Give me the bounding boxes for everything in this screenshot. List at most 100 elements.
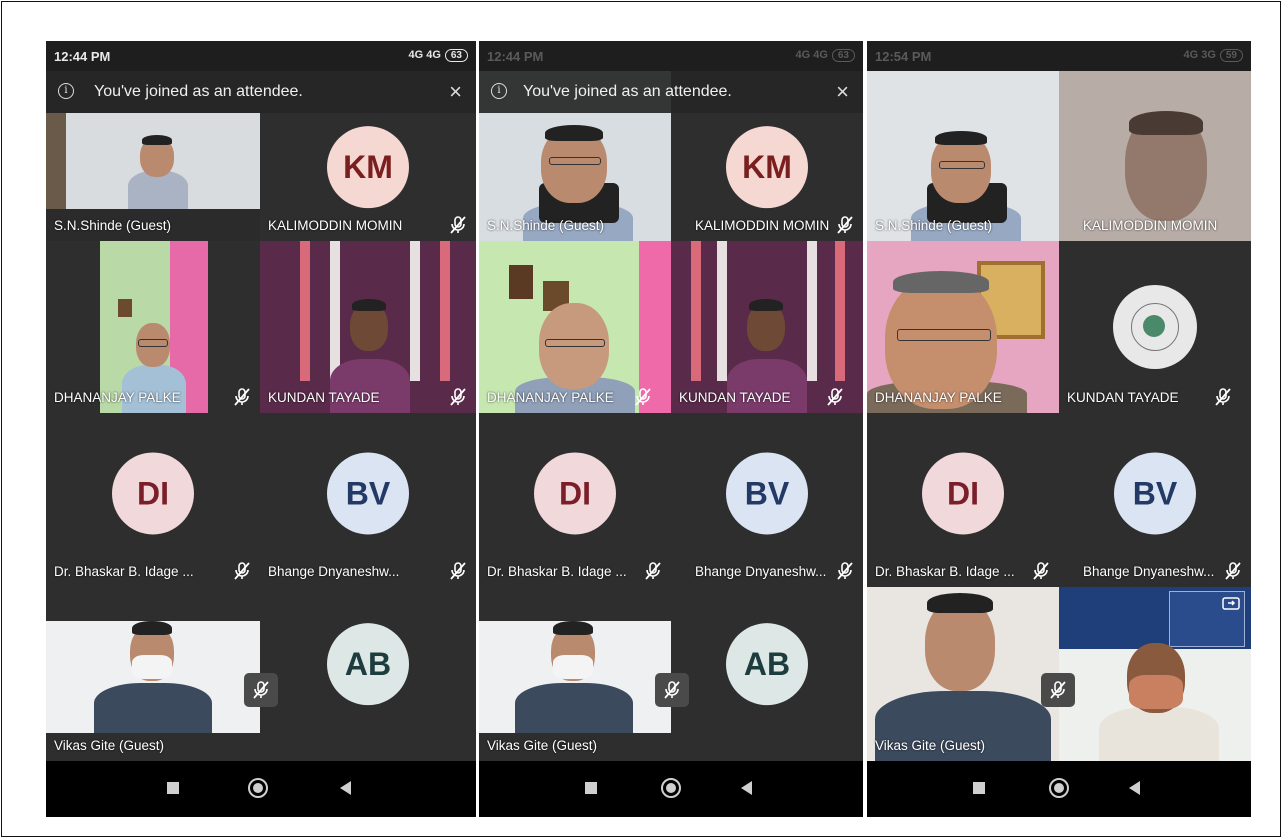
phone-screen-2: 12:44 PM 4G 4G 63 i You've joined as an a… bbox=[479, 41, 863, 817]
participant-tile-dhananjay[interactable]: DHANANJAY PALKE bbox=[46, 241, 260, 413]
participant-tile-kalimoddin[interactable]: KM KALIMODDIN MOMIN bbox=[260, 113, 476, 241]
back-triangle-icon[interactable] bbox=[1129, 781, 1140, 795]
switch-camera-icon[interactable] bbox=[1221, 593, 1241, 613]
participant-tile-vikas[interactable]: Vikas Gite (Guest) bbox=[46, 587, 260, 761]
signal-icon: 4G 4G 63 bbox=[795, 49, 855, 62]
home-circle-icon[interactable] bbox=[248, 778, 268, 798]
participant-tile-bhange[interactable]: BV Bhange Dnyaneshw... bbox=[671, 413, 863, 587]
participant-name: Dr. Bhaskar B. Idage ... bbox=[487, 564, 627, 579]
mic-off-icon bbox=[655, 673, 689, 707]
participant-name: KUNDAN TAYADE bbox=[679, 390, 791, 405]
participant-tile-bhaskar[interactable]: DI Dr. Bhaskar B. Idage ... bbox=[867, 413, 1059, 587]
avatar: BV bbox=[726, 452, 808, 535]
participant-tile-kalimoddin[interactable]: KM KALIMODDIN MOMIN bbox=[671, 113, 863, 241]
mic-off-icon bbox=[448, 561, 468, 581]
participant-tile-sn-shinde[interactable]: S.N.Shinde (Guest) bbox=[867, 71, 1059, 241]
status-time: 12:44 PM bbox=[487, 49, 544, 64]
participant-name: DHANANJAY PALKE bbox=[487, 390, 614, 405]
mic-off-icon bbox=[835, 561, 855, 581]
android-nav-bar bbox=[867, 761, 1251, 817]
participant-tile-ab[interactable]: AB bbox=[671, 587, 863, 761]
banner-message: You've joined as an attendee. bbox=[94, 83, 303, 100]
status-time: 12:44 PM bbox=[54, 49, 111, 64]
mic-off-icon bbox=[1031, 561, 1051, 581]
banner-message: You've joined as an attendee. bbox=[523, 83, 732, 100]
video-feed bbox=[100, 241, 208, 413]
mic-off-icon bbox=[244, 673, 278, 707]
participant-name: DHANANJAY PALKE bbox=[54, 390, 181, 405]
participant-tile-kundan[interactable]: KUNDAN TAYADE bbox=[260, 241, 476, 413]
avatar bbox=[1113, 285, 1197, 369]
participant-name: Vikas Gite (Guest) bbox=[54, 738, 165, 753]
participant-tile-dhananjay[interactable]: DHANANJAY PALKE bbox=[479, 241, 671, 413]
attendee-banner: i You've joined as an attendee. × bbox=[46, 71, 476, 113]
avatar: DI bbox=[534, 452, 616, 535]
mic-off-icon bbox=[643, 561, 663, 581]
participant-tile-kundan[interactable]: KUNDAN TAYADE bbox=[671, 241, 863, 413]
status-time: 12:54 PM bbox=[875, 49, 932, 64]
avatar: BV bbox=[327, 452, 409, 535]
android-nav-bar bbox=[479, 761, 863, 817]
participant-name: Vikas Gite (Guest) bbox=[487, 738, 598, 753]
mic-off-icon bbox=[835, 215, 855, 235]
android-nav-bar bbox=[46, 761, 476, 817]
participant-name: Dr. Bhaskar B. Idage ... bbox=[875, 564, 1015, 579]
status-bar: 12:54 PM 4G 3G 59 bbox=[867, 41, 1251, 71]
recents-square-icon[interactable] bbox=[167, 782, 179, 794]
participant-name: Dr. Bhaskar B. Idage ... bbox=[54, 564, 194, 579]
mic-off-icon bbox=[1213, 387, 1233, 407]
status-bar: 12:44 PM 4G 4G 63 bbox=[479, 41, 863, 71]
participant-tile-vikas[interactable]: Vikas Gite (Guest) bbox=[479, 587, 671, 761]
mic-off-icon bbox=[448, 387, 468, 407]
video-feed bbox=[479, 621, 671, 733]
phone-screen-1: 12:44 PM 4G 4G 63 i You've joined as an a… bbox=[46, 41, 476, 817]
mic-off-icon bbox=[232, 387, 252, 407]
participant-name: Vikas Gite (Guest) bbox=[875, 738, 986, 753]
mic-off-icon bbox=[232, 561, 252, 581]
recents-square-icon[interactable] bbox=[973, 782, 985, 794]
home-circle-icon[interactable] bbox=[1049, 778, 1069, 798]
participant-name: Bhange Dnyaneshw... bbox=[1083, 564, 1215, 579]
home-circle-icon[interactable] bbox=[661, 778, 681, 798]
mic-off-icon bbox=[633, 387, 653, 407]
participant-tile-ab[interactable]: AB bbox=[260, 587, 476, 761]
battery-icon: 63 bbox=[831, 49, 855, 62]
participant-tile-kalimoddin[interactable]: KALIMODDIN MOMIN bbox=[1059, 71, 1251, 241]
participant-tile-kundan[interactable]: KUNDAN TAYADE bbox=[1059, 241, 1251, 413]
participant-tile-bhaskar[interactable]: DI Dr. Bhaskar B. Idage ... bbox=[479, 413, 671, 587]
participant-tile-vikas[interactable]: Vikas Gite (Guest) bbox=[867, 587, 1059, 761]
participant-tile-sn-shinde[interactable]: S.N.Shinde (Guest) bbox=[46, 113, 260, 241]
status-bar: 12:44 PM 4G 4G 63 bbox=[46, 41, 476, 71]
participant-name: S.N.Shinde (Guest) bbox=[487, 218, 605, 233]
phone-screen-3: 12:54 PM 4G 3G 59 S.N.Shinde (Guest) KALI… bbox=[867, 41, 1251, 817]
signal-icon: 4G 3G 59 bbox=[1183, 49, 1243, 62]
participant-name: KALIMODDIN MOMIN bbox=[1083, 218, 1218, 233]
close-icon[interactable]: × bbox=[449, 79, 462, 105]
video-feed bbox=[46, 621, 260, 733]
participant-tile-bhange[interactable]: BV Bhange Dnyaneshw... bbox=[260, 413, 476, 587]
mic-off-icon bbox=[448, 215, 468, 235]
participant-name: Bhange Dnyaneshw... bbox=[268, 564, 400, 579]
attendee-banner: i You've joined as an attendee. × bbox=[479, 71, 863, 113]
participant-name: KALIMODDIN MOMIN bbox=[268, 218, 403, 233]
participant-tile-bhange[interactable]: BV Bhange Dnyaneshw... bbox=[1059, 413, 1251, 587]
participant-tile-self-view[interactable] bbox=[1059, 587, 1251, 761]
participant-name: S.N.Shinde (Guest) bbox=[54, 218, 172, 233]
avatar: AB bbox=[726, 623, 808, 706]
close-icon[interactable]: × bbox=[836, 79, 849, 105]
avatar: KM bbox=[726, 126, 808, 209]
participant-tile-dhananjay[interactable]: DHANANJAY PALKE bbox=[867, 241, 1059, 413]
recents-square-icon[interactable] bbox=[585, 782, 597, 794]
participant-name: KUNDAN TAYADE bbox=[1067, 390, 1179, 405]
participant-name: KUNDAN TAYADE bbox=[268, 390, 380, 405]
participant-name: S.N.Shinde (Guest) bbox=[875, 218, 993, 233]
video-feed bbox=[46, 113, 260, 209]
participant-tile-bhaskar[interactable]: DI Dr. Bhaskar B. Idage ... bbox=[46, 413, 260, 587]
battery-icon: 59 bbox=[1219, 49, 1243, 62]
back-triangle-icon[interactable] bbox=[340, 781, 351, 795]
info-icon: i bbox=[491, 83, 507, 99]
back-triangle-icon[interactable] bbox=[741, 781, 752, 795]
mic-off-icon bbox=[1223, 561, 1243, 581]
avatar: DI bbox=[112, 452, 194, 535]
mic-off-icon bbox=[1041, 673, 1075, 707]
